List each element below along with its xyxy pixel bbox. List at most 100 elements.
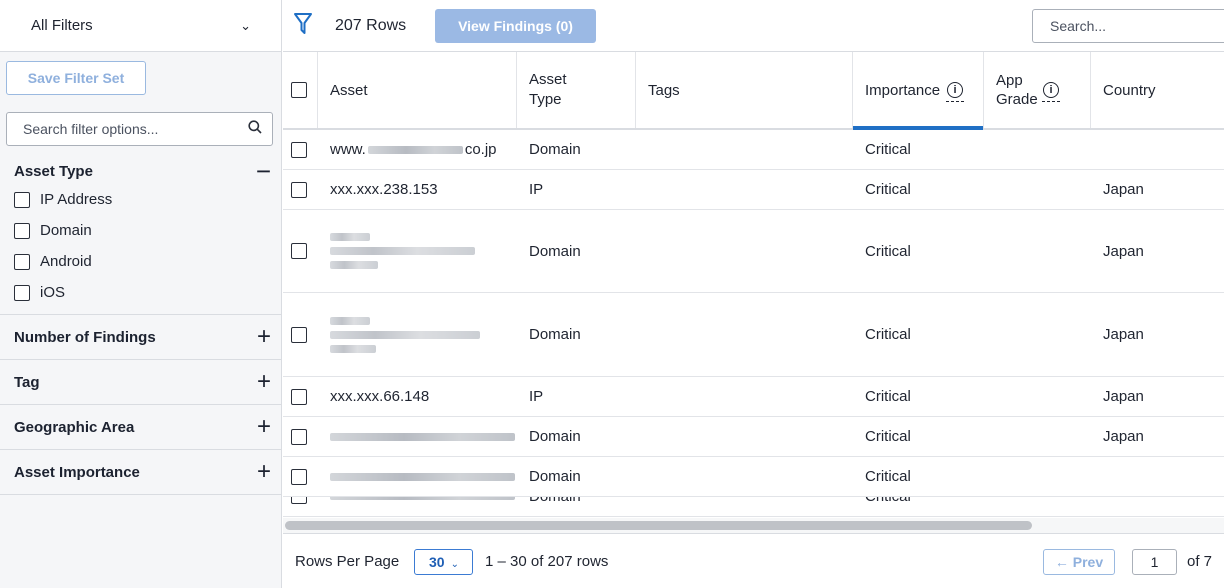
- column-importance[interactable]: Importance i: [853, 52, 984, 130]
- asset-cell[interactable]: xxx.xxx.238.153: [318, 170, 517, 209]
- redacted-text: [330, 261, 378, 269]
- rows-count: 207 Rows: [335, 17, 407, 34]
- asset-type-cell: IP: [529, 181, 544, 198]
- table-row[interactable]: Domain Critical Japan: [283, 293, 1224, 377]
- column-label: App Grade: [996, 72, 1038, 108]
- asset-cell[interactable]: xxx.xxx.66.148: [318, 377, 517, 416]
- info-icon[interactable]: i: [1042, 82, 1060, 102]
- expand-icon[interactable]: +: [257, 325, 271, 349]
- asset-type-cell: Domain: [517, 497, 636, 516]
- asset-type-cell: Domain: [529, 326, 581, 343]
- asset-cell[interactable]: www. co.jp: [318, 130, 517, 169]
- row-checkbox[interactable]: [291, 181, 307, 198]
- expand-icon[interactable]: +: [257, 370, 271, 394]
- row-checkbox[interactable]: [291, 497, 307, 504]
- select-all-checkbox[interactable]: [291, 82, 307, 98]
- row-checkbox[interactable]: [291, 141, 307, 158]
- row-select[interactable]: [283, 170, 318, 209]
- row-select[interactable]: [283, 377, 318, 416]
- rows-per-page-label: Rows Per Page: [295, 553, 400, 570]
- asset-type-cell: IP: [529, 388, 544, 405]
- column-country[interactable]: Country: [1091, 52, 1224, 128]
- table-row[interactable]: xxx.xxx.238.153 IP Critical Japan: [283, 170, 1224, 210]
- redacted-text: [330, 233, 370, 241]
- prev-page-button[interactable]: ← Prev: [1043, 549, 1115, 575]
- table-row[interactable]: Domain Critical Japan: [283, 210, 1224, 293]
- asset-type-option-ios[interactable]: iOS: [0, 277, 281, 308]
- table-row[interactable]: Domain Critical: [283, 457, 1224, 497]
- expand-icon[interactable]: +: [257, 460, 271, 484]
- table-row[interactable]: www. co.jp Domain Critical: [283, 130, 1224, 170]
- tags-cell: [636, 377, 853, 416]
- app-grade-cell: [984, 457, 1091, 496]
- row-select[interactable]: [283, 497, 318, 516]
- importance-cell: Critical: [865, 326, 911, 343]
- tag-section[interactable]: Tag +: [0, 360, 281, 405]
- asset-cell-redacted[interactable]: [318, 497, 517, 516]
- asset-type-option-domain[interactable]: Domain: [0, 215, 281, 246]
- asset-importance-section[interactable]: Asset Importance +: [0, 450, 281, 495]
- row-select[interactable]: [283, 210, 318, 292]
- row-checkbox[interactable]: [291, 468, 307, 485]
- filter-set-dropdown[interactable]: All Filters ⌄: [0, 0, 281, 52]
- tags-cell: [636, 457, 853, 496]
- checkbox[interactable]: [14, 253, 30, 270]
- filter-search-input[interactable]: Search filter options...: [6, 112, 273, 146]
- table-row[interactable]: xxx.xxx.66.148 IP Critical Japan: [283, 377, 1224, 417]
- table-search-input[interactable]: Search...: [1032, 9, 1224, 43]
- expand-icon[interactable]: +: [257, 415, 271, 439]
- app-grade-cell: [984, 377, 1091, 416]
- redacted-text: [330, 472, 515, 481]
- info-icon[interactable]: i: [946, 82, 965, 102]
- save-filter-set-button[interactable]: Save Filter Set: [6, 61, 146, 95]
- row-checkbox[interactable]: [291, 428, 307, 445]
- asset-type-option-android[interactable]: Android: [0, 246, 281, 277]
- table-row[interactable]: Domain Critical: [283, 497, 1224, 517]
- asset-cell-redacted[interactable]: [318, 417, 517, 456]
- sidebar-body: Save Filter Set Search filter options...: [0, 52, 281, 146]
- select-all-cell[interactable]: [283, 52, 318, 128]
- checkbox[interactable]: [14, 191, 30, 208]
- section-title: Tag: [14, 373, 40, 391]
- app-grade-cell: [984, 497, 1091, 516]
- filter-funnel-icon[interactable]: [293, 12, 313, 40]
- row-select[interactable]: [283, 417, 318, 456]
- table-row[interactable]: Domain Critical Japan: [283, 417, 1224, 457]
- app-grade-cell: [984, 417, 1091, 456]
- column-app-grade[interactable]: App Grade i: [984, 52, 1091, 128]
- rows-per-page-select[interactable]: 30 ⌄: [414, 549, 473, 575]
- asset-cell-redacted[interactable]: [318, 457, 517, 496]
- page-number-input[interactable]: 1: [1132, 549, 1177, 575]
- column-tags[interactable]: Tags: [636, 52, 853, 128]
- asset-type-option-ip[interactable]: IP Address: [0, 184, 281, 215]
- number-of-findings-section[interactable]: Number of Findings +: [0, 315, 281, 360]
- checkbox[interactable]: [14, 222, 30, 239]
- row-select[interactable]: [283, 130, 318, 169]
- row-select[interactable]: [283, 457, 318, 496]
- app-grade-cell: [984, 170, 1091, 209]
- section-title: Geographic Area: [14, 418, 135, 436]
- app-grade-cell: [984, 293, 1091, 376]
- chevron-down-icon: ⌄: [240, 17, 251, 33]
- chevron-down-icon: ⌄: [450, 559, 459, 570]
- tags-cell: [636, 130, 853, 169]
- geographic-area-section[interactable]: Geographic Area +: [0, 405, 281, 450]
- checkbox[interactable]: [14, 284, 30, 301]
- horizontal-scrollbar-thumb[interactable]: [285, 521, 1032, 530]
- asset-type-header[interactable]: Asset Type −: [0, 158, 281, 184]
- asset-cell-redacted[interactable]: [318, 210, 517, 292]
- view-findings-button[interactable]: View Findings (0): [435, 9, 596, 43]
- column-asset-type[interactable]: Asset Type: [517, 52, 636, 128]
- column-asset[interactable]: Asset: [318, 52, 517, 128]
- collapse-icon[interactable]: −: [256, 158, 271, 184]
- asset-type-section: Asset Type − IP Address Domain Android i…: [0, 158, 281, 315]
- asset-type-title: Asset Type: [14, 162, 93, 180]
- row-checkbox[interactable]: [291, 243, 307, 259]
- row-checkbox[interactable]: [291, 388, 307, 405]
- asset-cell-redacted[interactable]: [318, 293, 517, 376]
- row-select[interactable]: [283, 293, 318, 376]
- row-checkbox[interactable]: [291, 326, 307, 343]
- country-cell: [1091, 497, 1224, 516]
- assets-table: Asset Asset Type Tags Importance i App Gr…: [283, 52, 1224, 517]
- importance-cell: Critical: [865, 388, 911, 405]
